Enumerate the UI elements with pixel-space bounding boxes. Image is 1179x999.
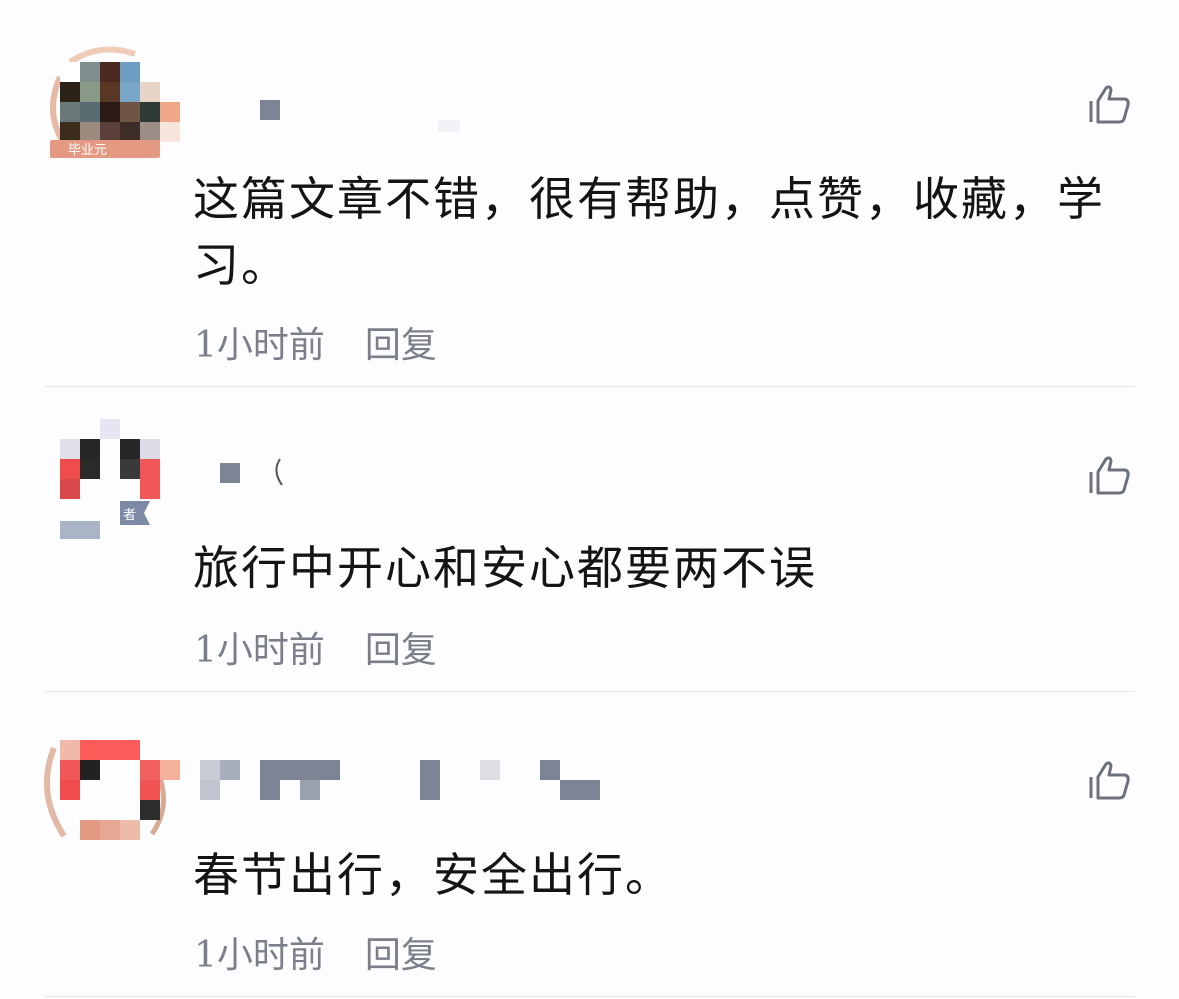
comment-item: 毕业元 这篇文章不错，很有帮助，点赞，收藏，学习。 1小时前 回复: [0, 0, 1179, 387]
username-blurred[interactable]: [196, 760, 616, 810]
comment-item: 春节出行，安全出行。 1小时前 回复: [0, 692, 1179, 999]
comment-time: 1小时前: [194, 325, 325, 366]
avatar[interactable]: 者: [40, 417, 190, 547]
username-blurred[interactable]: [196, 92, 496, 142]
comment-meta: 1小时前 回复: [194, 316, 437, 368]
reply-button[interactable]: 回复: [365, 926, 437, 978]
avatar[interactable]: [40, 738, 190, 868]
comment-text: 这篇文章不错，很有帮助，点赞，收藏，学习。: [193, 172, 1105, 292]
comment-text: 春节出行，安全出行。: [193, 848, 673, 902]
avatar-image: [43, 740, 180, 840]
comment-meta: 1小时前 回复: [194, 621, 437, 673]
comment-text: 旅行中开心和安心都要两不误: [193, 541, 817, 595]
thumbs-up-icon[interactable]: [1086, 453, 1132, 499]
divider: [45, 996, 1135, 997]
reply-button[interactable]: 回复: [365, 316, 437, 368]
avatar-badge: 者: [123, 508, 136, 523]
thumbs-up-icon[interactable]: [1086, 758, 1132, 804]
comment-meta: 1小时前 回复: [194, 926, 437, 978]
avatar-badge: 毕业元: [68, 143, 107, 158]
username-blurred[interactable]: [196, 455, 316, 505]
comment-time: 1小时前: [194, 630, 325, 671]
avatar-image: 毕业元: [49, 46, 180, 158]
avatar[interactable]: 毕业元: [40, 42, 190, 172]
reply-button[interactable]: 回复: [365, 621, 437, 673]
comment-time: 1小时前: [194, 935, 325, 976]
thumbs-up-icon[interactable]: [1086, 82, 1132, 128]
comment-item: 者 旅行中开心和安心都要两不误 1小时前 回复: [0, 387, 1179, 692]
avatar-image: 者: [60, 419, 160, 539]
